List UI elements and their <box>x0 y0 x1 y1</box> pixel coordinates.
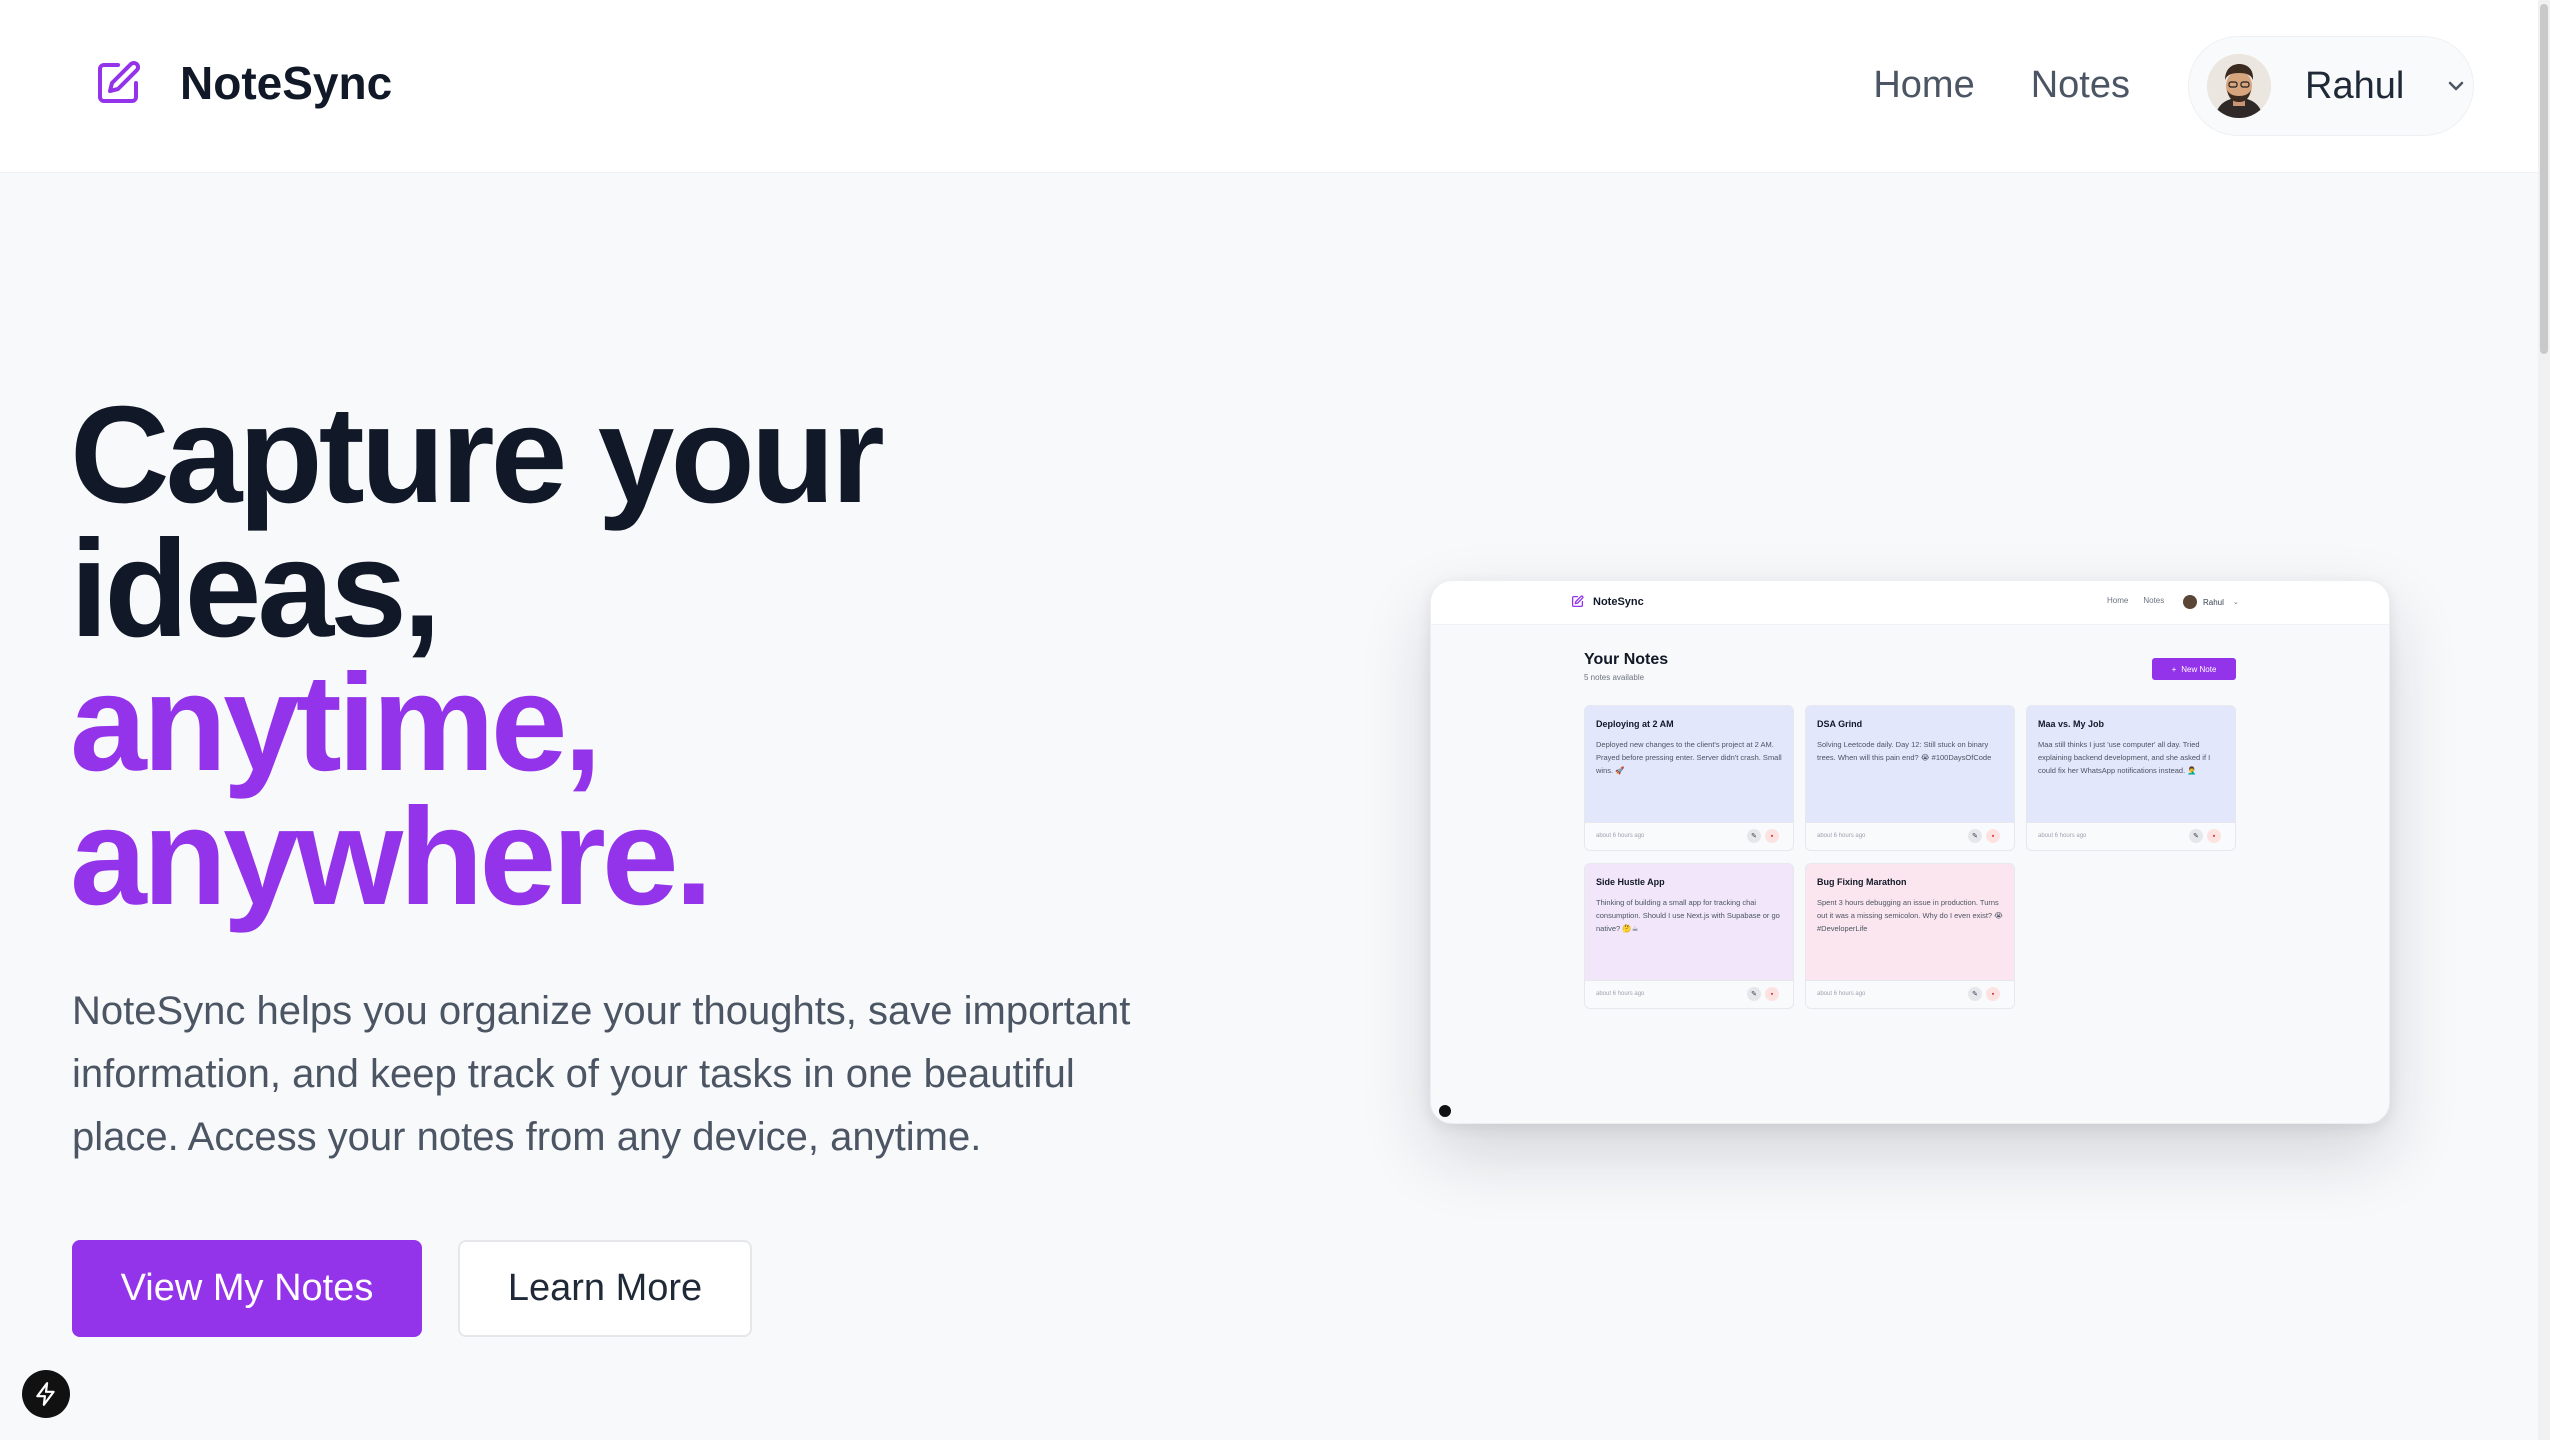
preview-note-card: Maa vs. My Job Maa still thinks I just '… <box>2026 705 2236 851</box>
hero-title-line-4: anywhere. <box>70 780 713 934</box>
preview-note-card: Deploying at 2 AM Deployed new changes t… <box>1584 705 1794 851</box>
preview-avatar <box>2183 595 2197 609</box>
hero-title-line-1: Capture your <box>70 378 885 532</box>
note-title: Bug Fixing Marathon <box>1817 877 1907 887</box>
chevron-down-icon <box>2449 81 2464 91</box>
main-nav: Home Notes <box>1873 60 2130 110</box>
pencil-icon: ✎ <box>2189 829 2203 843</box>
note-title: Deploying at 2 AM <box>1596 719 1674 729</box>
preview-nav-home: Home <box>2107 596 2129 605</box>
nav-link-home[interactable]: Home <box>1873 60 1974 110</box>
preview-brand: NoteSync <box>1571 595 1644 608</box>
preview-user-menu: Rahul ⌄ <box>2183 591 2239 613</box>
scrollbar-thumb[interactable] <box>2540 4 2548 354</box>
dev-tools-badge[interactable] <box>22 1370 70 1418</box>
edit-square-icon <box>98 60 141 103</box>
app-preview-screenshot: NoteSync Home Notes Rahul ⌄ Your Notes 5… <box>1430 580 2390 1124</box>
hero-title-line-2: ideas, <box>70 512 441 666</box>
preview-heading: Your Notes <box>1584 651 1669 668</box>
note-footer: about 6 hours ago ✎ ▪ <box>1585 980 1793 1008</box>
hero-description: NoteSync helps you organize your thought… <box>72 989 1131 1159</box>
trash-icon: ▪ <box>1986 829 2000 843</box>
learn-more-button[interactable]: Learn More <box>458 1240 752 1337</box>
note-body: Spent 3 hours debugging an issue in prod… <box>1817 898 2003 933</box>
note-body: Solving Leetcode daily. Day 12: Still st… <box>1817 740 1992 762</box>
preview-nav: Home Notes <box>2107 596 2164 605</box>
note-timestamp: about 6 hours ago <box>1596 833 1645 839</box>
preview-note-card: Side Hustle App Thinking of building a s… <box>1584 863 1794 1009</box>
trash-icon: ▪ <box>1765 829 1779 843</box>
preview-new-note-button: + New Note <box>2152 658 2236 680</box>
trash-icon: ▪ <box>2207 829 2221 843</box>
preview-dev-badge-icon <box>1439 1105 1451 1117</box>
nav-link-notes[interactable]: Notes <box>2031 60 2130 110</box>
hero-title-line-3: anytime, <box>70 646 602 800</box>
note-timestamp: about 6 hours ago <box>1817 833 1866 839</box>
preview-chevron-down-icon: ⌄ <box>2232 599 2239 606</box>
preview-edit-square-icon <box>1571 595 1584 608</box>
note-timestamp: about 6 hours ago <box>1596 991 1645 997</box>
note-body: Thinking of building a small app for tra… <box>1596 898 1780 933</box>
trash-icon: ▪ <box>1765 987 1779 1001</box>
pencil-icon: ✎ <box>1968 829 1982 843</box>
page-scrollbar[interactable] <box>2538 0 2550 1440</box>
trash-icon: ▪ <box>1986 987 2000 1001</box>
note-title: Side Hustle App <box>1596 877 1665 887</box>
preview-brand-name: NoteSync <box>1593 595 1644 608</box>
pencil-icon: ✎ <box>1747 987 1761 1001</box>
preview-subheading: 5 notes available <box>1584 673 1645 682</box>
note-footer: about 6 hours ago ✎ ▪ <box>1806 980 2014 1008</box>
user-menu-button[interactable]: Rahul <box>2188 36 2474 136</box>
preview-note-card: Bug Fixing Marathon Spent 3 hours debugg… <box>1805 863 2015 1009</box>
preview-note-card: DSA Grind Solving Leetcode daily. Day 12… <box>1805 705 2015 851</box>
note-timestamp: about 6 hours ago <box>1817 991 1866 997</box>
note-footer: about 6 hours ago ✎ ▪ <box>1806 822 2014 850</box>
top-navigation-bar: NoteSync Home Notes Rahul <box>0 0 2550 173</box>
pencil-icon: ✎ <box>1968 987 1982 1001</box>
preview-nav-notes: Notes <box>2143 596 2165 605</box>
note-body: Maa still thinks I just 'use computer' a… <box>2038 740 2211 775</box>
view-my-notes-button[interactable]: View My Notes <box>72 1240 422 1337</box>
preview-user-name: Rahul <box>2203 597 2224 607</box>
hero-title: Capture your ideas, anytime, anywhere. <box>70 378 1170 934</box>
brand[interactable]: NoteSync <box>94 56 392 110</box>
preview-top-bar: NoteSync Home Notes Rahul ⌄ <box>1431 581 2389 625</box>
note-footer: about 6 hours ago ✎ ▪ <box>1585 822 1793 850</box>
note-title: DSA Grind <box>1817 719 1863 729</box>
note-footer: about 6 hours ago ✎ ▪ <box>2027 822 2235 850</box>
note-body: Deployed new changes to the client's pro… <box>1596 740 1782 775</box>
note-title: Maa vs. My Job <box>2038 719 2105 729</box>
brand-name: NoteSync <box>180 57 393 109</box>
note-timestamp: about 6 hours ago <box>2038 833 2087 839</box>
lightning-bolt-icon <box>36 1382 55 1406</box>
user-name: Rahul <box>2305 64 2405 107</box>
pencil-icon: ✎ <box>1747 829 1761 843</box>
preview-new-note-label: New Note <box>2181 664 2217 674</box>
preview-plus-icon: + <box>2171 664 2177 674</box>
avatar <box>2207 54 2271 118</box>
